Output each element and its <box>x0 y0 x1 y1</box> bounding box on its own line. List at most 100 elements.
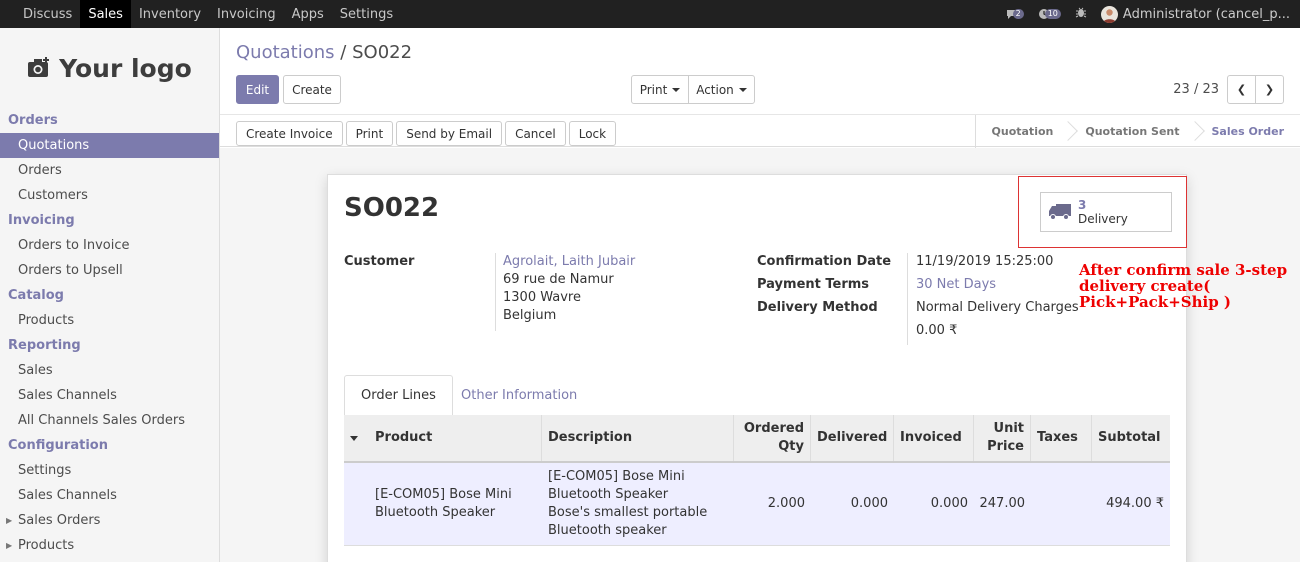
sidebar-item-config-sales-channels[interactable]: Sales Channels <box>0 483 219 508</box>
menu-apps[interactable]: Apps <box>284 0 332 28</box>
column-taxes[interactable]: Taxes <box>1031 415 1092 461</box>
delivery-smart-button[interactable]: 3 Delivery <box>1040 192 1172 232</box>
activity-count-badge: 10 <box>1044 9 1061 19</box>
stage-quotation[interactable]: Quotation <box>976 115 1070 147</box>
sidebar-section-configuration: Configuration <box>8 438 108 453</box>
cell-text: Bluetooth Speaker <box>375 505 496 520</box>
caret-right-icon: ▶ <box>6 516 13 525</box>
table-row[interactable]: [E-COM05] Bose Mini Bluetooth Speaker [E-… <box>344 463 1170 546</box>
user-name: Administrator (cancel_p... <box>1122 6 1290 22</box>
action-dropdown[interactable]: Action <box>688 75 755 104</box>
menu-discuss[interactable]: Discuss <box>15 0 80 28</box>
sidebar-item-customers[interactable]: Customers <box>0 183 219 208</box>
chat-count-badge: 2 <box>1012 9 1024 19</box>
header-label: Qty <box>778 439 804 454</box>
sidebar-item-config-products[interactable]: ▶ Products <box>0 533 219 558</box>
form-tabs: Order Lines Other Information <box>344 375 1170 416</box>
header-label: Ordered <box>743 421 804 436</box>
pager-next-button[interactable]: ❯ <box>1255 75 1284 104</box>
sidebar-item-products[interactable]: Products <box>0 308 219 333</box>
annotation-line: After confirm sale 3-step <box>1079 261 1288 279</box>
form-statusbar: Create Invoice Print Send by Email Cance… <box>220 114 1300 148</box>
column-description[interactable]: Description <box>542 415 734 461</box>
tab-other-information[interactable]: Other Information <box>445 375 593 416</box>
sidebar-item-quotations[interactable]: Quotations <box>0 133 219 158</box>
tab-order-lines[interactable]: Order Lines <box>344 375 453 416</box>
sidebar-item-sales[interactable]: Sales <box>0 358 219 383</box>
delivery-method-label: Delivery Method <box>757 300 878 315</box>
sidebar-section-orders: Orders <box>8 113 58 128</box>
cell-product: [E-COM05] Bose Mini Bluetooth Speaker <box>369 463 542 545</box>
cell-text: Bluetooth Speaker <box>548 487 669 502</box>
sidebar-section-invoicing: Invoicing <box>8 213 75 228</box>
edit-button[interactable]: Edit <box>236 75 279 104</box>
status-stages: Quotation Quotation Sent Sales Order <box>974 115 1300 148</box>
delivery-count: 3 <box>1078 198 1087 212</box>
stage-quotation-sent[interactable]: Quotation Sent <box>1069 115 1195 147</box>
chevron-left-icon: ❮ <box>1236 83 1247 96</box>
lock-button[interactable]: Lock <box>568 121 617 146</box>
pager-previous-button[interactable]: ❮ <box>1227 75 1256 104</box>
top-navbar: Discuss Sales Inventory Invoicing Apps S… <box>0 0 1300 28</box>
delivery-label: Delivery <box>1078 212 1128 226</box>
chevron-right-icon: ❯ <box>1264 83 1275 96</box>
cell-text: Bose's smallest portable <box>548 505 708 520</box>
logo-text: Your logo <box>59 53 192 83</box>
customer-address-city: 1300 Wavre <box>503 290 581 305</box>
cell-text: Bluetooth speaker <box>548 523 667 538</box>
avatar <box>1100 5 1118 23</box>
truck-icon <box>1049 204 1071 220</box>
highlight-box: 3 Delivery <box>1018 176 1187 248</box>
payment-terms-link[interactable]: 30 Net Days <box>916 276 996 294</box>
caret-down-icon <box>350 435 358 441</box>
cell-description: [E-COM05] Bose Mini Bluetooth Speaker Bose… <box>542 463 734 545</box>
app-menu: Discuss Sales Inventory Invoicing Apps S… <box>0 0 401 28</box>
column-invoiced[interactable]: Invoiced <box>894 415 974 461</box>
create-invoice-button[interactable]: Create Invoice <box>236 121 343 146</box>
annotation-line: delivery create( <box>1079 277 1211 295</box>
column-product[interactable]: Product <box>369 415 542 461</box>
column-ordered-qty[interactable]: Ordered Qty <box>734 415 811 461</box>
activity-button[interactable]: 10 <box>1038 8 1061 20</box>
sidebar-item-sales-channels[interactable]: Sales Channels <box>0 383 219 408</box>
sidebar-item-orders[interactable]: Orders <box>0 158 219 183</box>
cell-taxes <box>1031 463 1092 545</box>
customer-link[interactable]: Agrolait, Laith Jubair <box>503 253 635 271</box>
order-lines-table: Product Description Ordered Qty Delivered… <box>344 415 1170 546</box>
delivery-amount-value: 0.00 ₹ <box>916 323 958 338</box>
confirmation-date-value: 11/19/2019 15:25:00 <box>916 254 1054 269</box>
stage-sales-order[interactable]: Sales Order <box>1196 115 1300 147</box>
customer-address-street: 69 rue de Namur <box>503 272 614 287</box>
sidebar-item-all-channels-sales-orders[interactable]: All Channels Sales Orders <box>0 408 219 433</box>
menu-invoicing[interactable]: Invoicing <box>209 0 284 28</box>
create-button[interactable]: Create <box>283 75 341 104</box>
sidebar-section-reporting: Reporting <box>8 338 81 353</box>
sidebar-item-orders-to-invoice[interactable]: Orders to Invoice <box>0 233 219 258</box>
chat-button[interactable]: 2 <box>1006 8 1024 20</box>
send-by-email-button[interactable]: Send by Email <box>396 121 503 146</box>
sidebar-item-sales-orders[interactable]: ▶ Sales Orders <box>0 508 219 533</box>
print-button[interactable]: Print <box>345 121 394 146</box>
column-delivered[interactable]: Delivered <box>811 415 894 461</box>
column-subtotal[interactable]: Subtotal <box>1092 415 1170 461</box>
user-menu[interactable]: Administrator (cancel_p... <box>1100 5 1290 23</box>
cancel-button[interactable]: Cancel <box>505 121 566 146</box>
cell-unit-price: 247.00 <box>979 496 1026 511</box>
sidebar-item-orders-to-upsell[interactable]: Orders to Upsell <box>0 258 219 283</box>
pager-value[interactable]: 23 / 23 <box>1173 82 1219 97</box>
annotation-line: Pick+Pack+Ship ) <box>1079 293 1232 311</box>
header-label: Price <box>987 439 1024 454</box>
sidebar-item-settings[interactable]: Settings <box>0 458 219 483</box>
menu-sales[interactable]: Sales <box>80 0 131 28</box>
print-dropdown[interactable]: Print <box>631 75 689 104</box>
column-unit-price[interactable]: Unit Price <box>974 415 1031 461</box>
sort-caret[interactable] <box>344 415 369 461</box>
menu-settings[interactable]: Settings <box>332 0 401 28</box>
camera-icon <box>28 57 50 77</box>
debug-button[interactable] <box>1075 6 1087 22</box>
sidebar-section-catalog: Catalog <box>8 288 64 303</box>
breadcrumb-quotations[interactable]: Quotations <box>236 42 335 63</box>
cell-subtotal: 494.00 ₹ <box>1106 496 1164 511</box>
cell-text: [E-COM05] Bose Mini <box>548 469 685 484</box>
menu-inventory[interactable]: Inventory <box>131 0 209 28</box>
